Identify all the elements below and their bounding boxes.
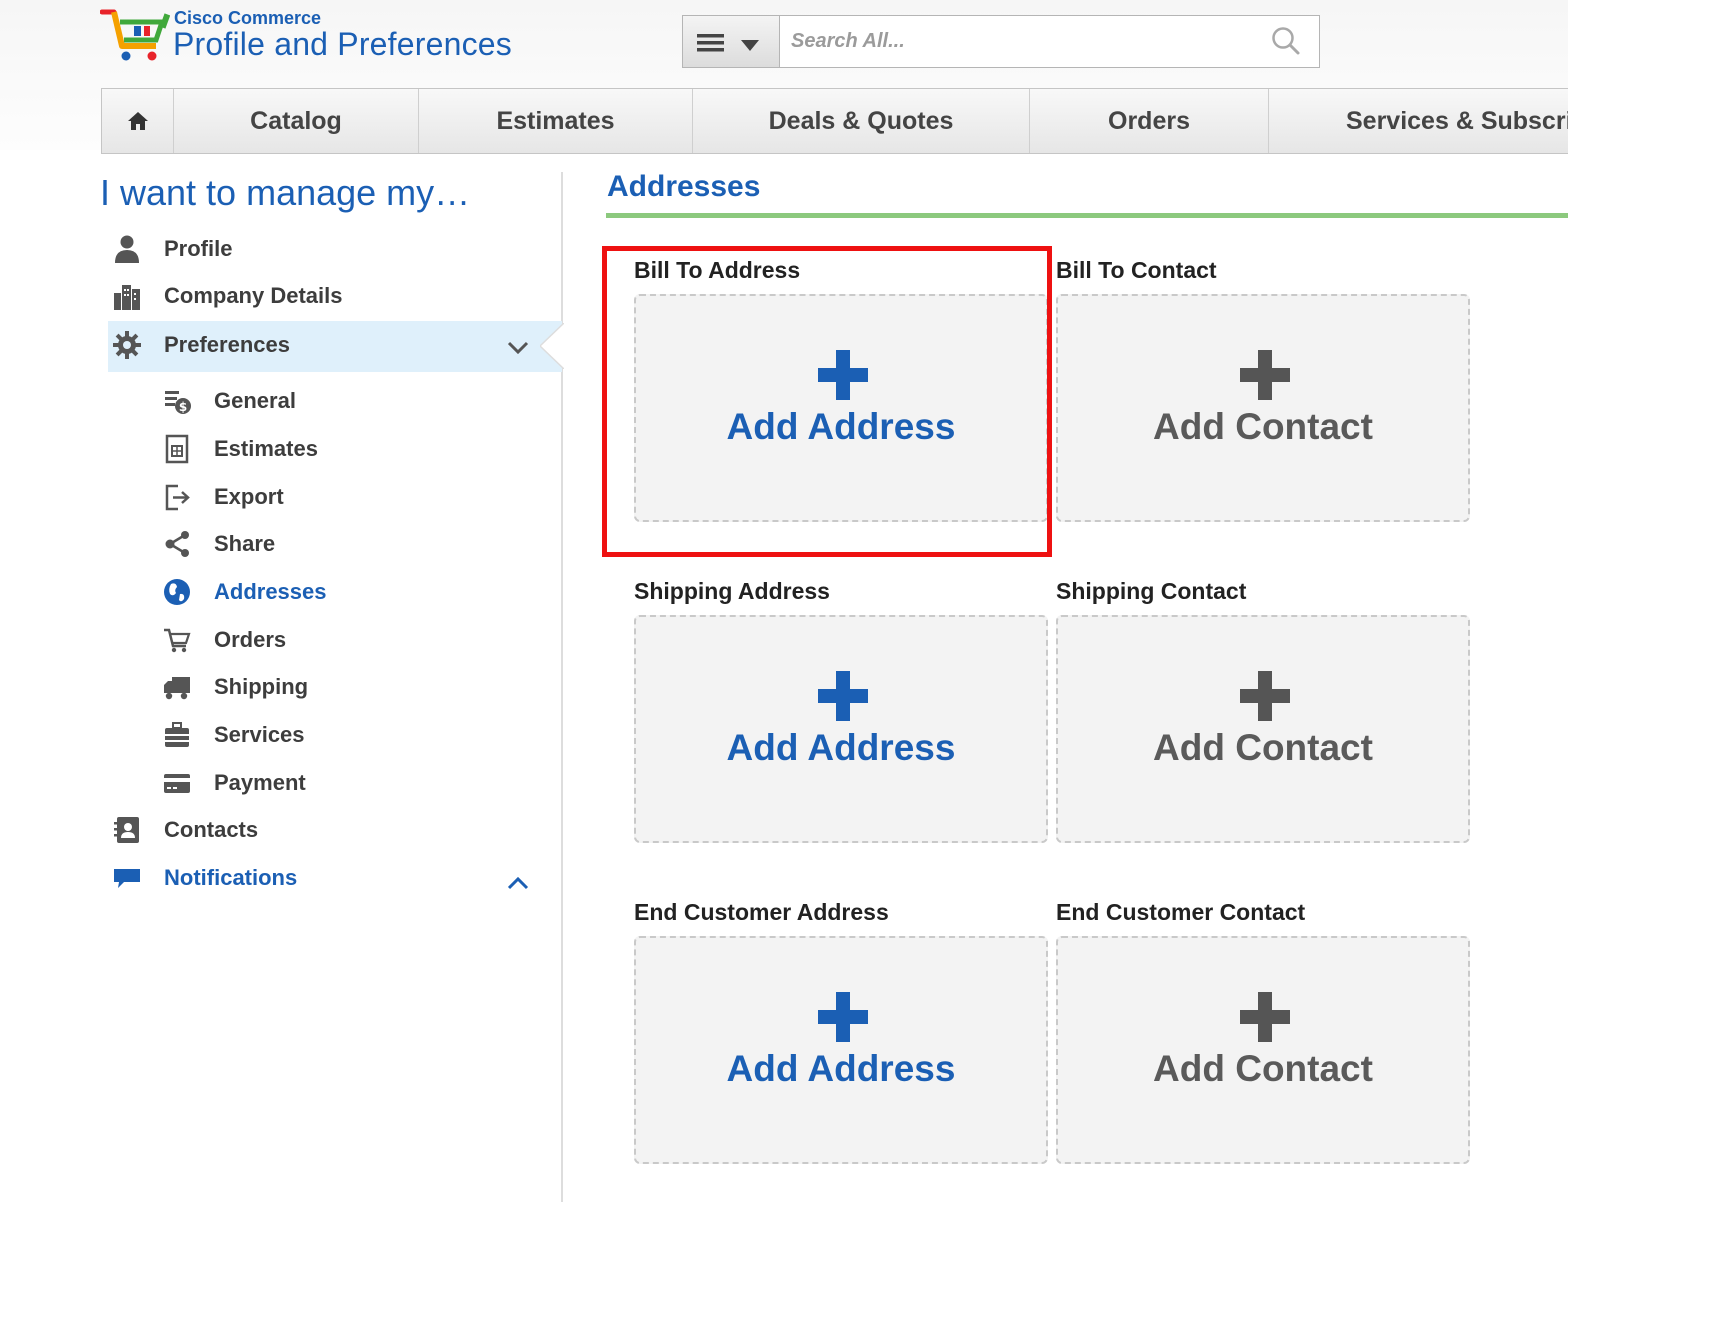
estimates-sheet-icon [160,432,194,466]
main-navigation: Catalog Estimates Deals & Quotes Orders … [101,88,1568,154]
nav-orders[interactable]: Orders [1030,89,1269,153]
add-contact-label: Add Contact [1153,1048,1373,1089]
plus-icon [1240,992,1290,1042]
gear-icon [110,328,144,362]
search-icon[interactable] [1271,26,1301,56]
sidebar-subitem-label: Estimates [214,436,318,461]
sidebar-subitem-export[interactable]: Export [160,473,284,521]
nav-catalog[interactable]: Catalog [174,89,419,153]
add-bill-to-contact-card[interactable]: Add Contact [1056,294,1470,522]
add-shipping-contact-card[interactable]: Add Contact [1056,615,1470,843]
add-contact-label: Add Contact [1153,406,1373,447]
shipping-contact-label: Shipping Contact [1056,578,1247,604]
sidebar-subitem-general[interactable]: $ General [160,377,296,425]
sidebar-item-profile[interactable]: Profile [110,225,232,273]
search-scope-menu-button[interactable] [683,16,780,67]
caret-down-icon [741,40,759,51]
sidebar-subitem-addresses[interactable]: Addresses [160,568,327,616]
briefcase-icon [160,718,194,752]
search-input[interactable] [781,16,1319,67]
credit-card-icon [160,766,194,800]
sidebar-subitem-label: Orders [214,627,287,652]
general-settings-icon: $ [160,384,194,418]
sidebar-subitem-label: Export [214,484,284,509]
page-title: Profile and Preferences [173,26,513,62]
sidebar-item-label: Notifications [164,865,298,890]
svg-text:$: $ [179,400,187,414]
chevron-down-icon[interactable] [507,341,529,355]
sidebar-item-label: Company Details [164,283,343,308]
plus-icon [1240,350,1290,400]
search-bar [682,15,1320,68]
nav-estimates[interactable]: Estimates [419,89,693,153]
section-title: Addresses [607,170,761,203]
chat-bubble-icon [110,861,144,895]
plus-icon [818,992,868,1042]
globe-icon [160,575,194,609]
add-address-label: Add Address [726,727,956,768]
truck-icon [160,670,194,704]
home-icon [127,112,148,130]
add-shipping-address-card[interactable]: Add Address [634,615,1048,843]
sidebar-item-label: Profile [164,236,233,261]
selection-pointer [540,323,564,369]
add-end-customer-contact-card[interactable]: Add Contact [1056,936,1470,1164]
sidebar-subitem-estimates[interactable]: Estimates [160,425,318,473]
end-customer-address-label: End Customer Address [634,899,889,925]
plus-icon [818,671,868,721]
add-contact-label: Add Contact [1153,727,1373,768]
contact-book-icon [110,813,144,847]
plus-icon [1240,671,1290,721]
sidebar-title: I want to manage my… [100,172,471,213]
add-end-customer-address-card[interactable]: Add Address [634,936,1048,1164]
sidebar-subitem-shipping[interactable]: Shipping [160,663,308,711]
sidebar-subitem-orders[interactable]: Orders [160,616,286,664]
sidebar-item-notifications[interactable]: Notifications [110,854,297,902]
sidebar-subitem-label: Addresses [214,579,327,604]
nav-deals-quotes[interactable]: Deals & Quotes [693,89,1030,153]
highlight-box [602,246,1052,557]
sidebar-subitem-share[interactable]: Share [160,520,275,568]
end-customer-contact-label: End Customer Contact [1056,899,1306,925]
sidebar-subitem-label: Share [214,531,276,556]
nav-home[interactable] [102,89,174,153]
sidebar-subitem-label: General [214,388,296,413]
page: Cisco Commerce Profile and Preferences C… [0,0,1568,1223]
sidebar-subitem-payment[interactable]: Payment [160,759,306,807]
sidebar-subitem-label: Services [214,722,305,747]
hamburger-icon [697,34,724,52]
add-address-label: Add Address [726,1048,956,1089]
sidebar-item-label: Preferences [164,332,290,357]
bill-to-contact-label: Bill To Contact [1056,257,1217,283]
shipping-address-label: Shipping Address [634,578,830,604]
cisco-commerce-cart-logo-icon[interactable] [100,6,170,64]
sidebar-subitem-services[interactable]: Services [160,711,305,759]
sidebar-subitem-label: Payment [214,770,306,795]
person-icon [110,232,144,266]
building-icon [110,279,144,313]
chevron-up-icon[interactable] [507,876,529,890]
share-icon [160,527,194,561]
sidebar-item-preferences[interactable]: Preferences [110,321,540,369]
cart-icon [160,623,194,657]
sidebar-item-label: Contacts [164,817,259,842]
sidebar-item-company-details[interactable]: Company Details [110,272,343,320]
nav-services-subscriptions[interactable]: Services & Subscri [1269,89,1568,153]
sidebar-item-contacts[interactable]: Contacts [110,806,258,854]
export-icon [160,480,194,514]
section-title-underline [606,213,1568,218]
sidebar-subitem-label: Shipping [214,674,309,699]
